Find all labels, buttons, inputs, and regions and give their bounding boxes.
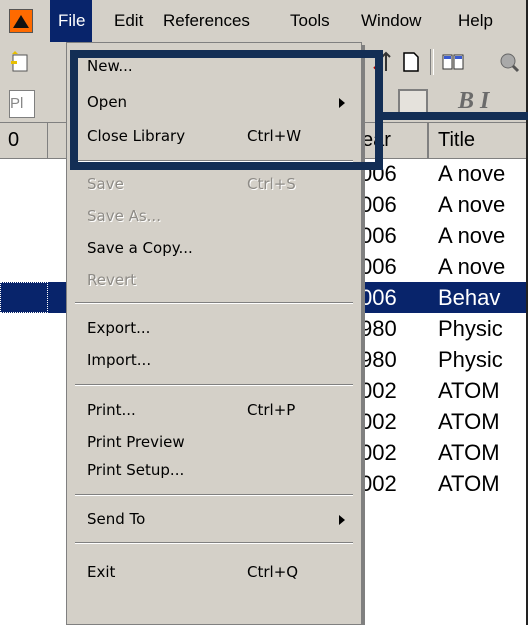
menu-item-shortcut: Ctrl+P xyxy=(247,401,296,419)
new-reference-icon[interactable] xyxy=(9,51,31,73)
cell-title: ATOM xyxy=(438,378,500,403)
cell-title: A nove xyxy=(438,161,506,186)
menu-item-save-a-copy[interactable]: Save a Copy... xyxy=(67,235,361,262)
menu-tools[interactable]: Tools xyxy=(290,0,330,42)
cell-year: 002 xyxy=(360,378,397,403)
submenu-arrow-icon xyxy=(339,515,345,525)
cell-title: A nove xyxy=(438,192,506,217)
menu-item-print-preview[interactable]: Print Preview xyxy=(67,429,361,456)
menu-item-label: Print Preview xyxy=(87,433,185,451)
columns-icon[interactable] xyxy=(442,51,464,73)
menu-item-label: Send To xyxy=(87,510,146,528)
menu-item-label: Print Setup... xyxy=(87,461,185,479)
column-attachment[interactable]: 0 xyxy=(0,123,48,158)
cell-year: 006 xyxy=(360,192,397,217)
cell-title: A nove xyxy=(438,223,506,248)
menu-item-shortcut: Ctrl+S xyxy=(247,175,296,193)
cell-year: 002 xyxy=(360,440,397,465)
menu-item-label: Save a Copy... xyxy=(87,239,193,257)
menu-separator xyxy=(75,302,353,304)
cell-title: ATOM xyxy=(438,440,500,465)
menu-file[interactable]: File xyxy=(50,0,92,42)
cell-year: 006 xyxy=(360,254,397,279)
menu-item-label: Revert xyxy=(87,271,137,289)
menu-separator xyxy=(75,384,353,386)
menu-item-label: Save xyxy=(87,175,124,193)
cell-year: 006 xyxy=(360,223,397,248)
menu-item-save: Save Ctrl+S xyxy=(67,171,361,198)
menu-item-label: Export... xyxy=(87,319,151,337)
menu-bar: File Edit References Tools Window Help xyxy=(0,0,528,43)
cell-title: ATOM xyxy=(438,471,500,496)
menu-item-label: Print... xyxy=(87,401,136,419)
toolbar-separator xyxy=(430,49,434,75)
menu-item-shortcut: Ctrl+Q xyxy=(247,563,299,581)
menu-item-import[interactable]: Import... xyxy=(67,347,361,374)
menu-item-export[interactable]: Export... xyxy=(67,315,361,342)
cell-year: 006 xyxy=(360,285,397,310)
menu-item-send-to[interactable]: Send To xyxy=(67,506,361,533)
cell-year: 980 xyxy=(360,316,397,341)
cell-year: 002 xyxy=(360,409,397,434)
cell-title: Behav xyxy=(438,285,501,310)
app-logo-icon[interactable] xyxy=(9,9,33,33)
row-focus-indicator xyxy=(0,282,48,313)
menu-item-print-setup[interactable]: Print Setup... xyxy=(67,457,361,484)
menu-item-revert: Revert xyxy=(67,267,361,294)
cell-title: ATOM xyxy=(438,409,500,434)
menu-separator xyxy=(75,494,353,496)
menu-item-print[interactable]: Print... Ctrl+P xyxy=(67,397,361,424)
menu-item-exit[interactable]: Exit Ctrl+Q xyxy=(67,559,361,586)
menu-item-label: Exit xyxy=(87,563,116,581)
menu-edit[interactable]: Edit xyxy=(114,0,143,42)
menu-item-label: Import... xyxy=(87,351,152,369)
cell-title: A nove xyxy=(438,254,506,279)
document-icon[interactable] xyxy=(400,51,422,73)
menu-window[interactable]: Window xyxy=(361,0,421,42)
quick-search-input[interactable]: Pl xyxy=(9,90,35,118)
cell-title: Physic xyxy=(438,316,503,341)
menu-item-label: Save As... xyxy=(87,207,161,225)
search-globe-icon[interactable] xyxy=(498,51,520,73)
menu-help[interactable]: Help xyxy=(458,0,493,42)
highlight-callout-box xyxy=(70,50,383,170)
menu-separator xyxy=(75,542,353,544)
highlight-callout-line xyxy=(383,112,528,120)
cell-year: 980 xyxy=(360,347,397,372)
cell-year: 002 xyxy=(360,471,397,496)
column-title[interactable]: Title xyxy=(428,123,528,158)
menu-references[interactable]: References xyxy=(163,0,250,42)
menu-item-save-as: Save As... xyxy=(67,203,361,230)
cell-title: Physic xyxy=(438,347,503,372)
format-bold-italic[interactable]: B I xyxy=(458,88,489,115)
